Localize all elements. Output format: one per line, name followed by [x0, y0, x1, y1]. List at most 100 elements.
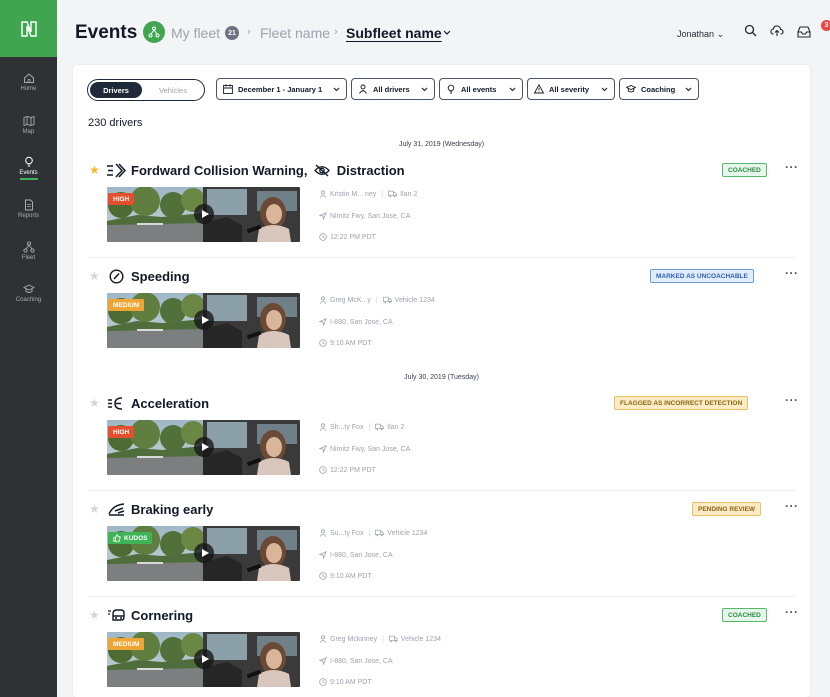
more-options-button[interactable]: ··· — [785, 605, 799, 619]
location-text: I-880, San Jose, CA — [330, 551, 393, 559]
sidebar-item-home[interactable]: Home — [0, 72, 57, 92]
top-bar: Events My fleet 21 › Fleet name › Subfle… — [57, 0, 830, 60]
drivers-vehicles-toggle[interactable]: Drivers Vehicles — [87, 79, 205, 101]
event-driver-vehicle: Kristin M... ney | Ilan 2 — [319, 190, 417, 198]
more-options-button[interactable]: ··· — [785, 266, 799, 280]
chevron-right-icon: › — [334, 26, 338, 38]
more-options-button[interactable]: ··· — [785, 160, 799, 174]
events-filter[interactable]: All events — [439, 78, 523, 100]
acceleration-icon — [108, 397, 123, 410]
drivers-filter[interactable]: All drivers — [351, 78, 435, 100]
toggle-vehicles[interactable]: Vehicles — [146, 82, 200, 98]
home-icon — [23, 73, 34, 83]
coaching-filter[interactable]: Coaching — [619, 78, 699, 100]
speedometer-icon — [109, 269, 124, 284]
breadcrumb-fleet-name[interactable]: Fleet name — [260, 25, 330, 41]
clock-icon — [319, 678, 327, 686]
event-time: 9:10 AM PDT — [319, 678, 372, 686]
chevron-down-icon — [601, 87, 608, 91]
fleet-count-badge: 21 — [225, 26, 239, 40]
navigation-icon — [319, 212, 327, 220]
play-icon[interactable] — [194, 204, 214, 224]
vehicle-icon — [388, 190, 398, 198]
vehicle-icon — [382, 296, 392, 304]
event-location: I-880, San Jose, CA — [319, 551, 393, 559]
chevron-right-icon: › — [247, 26, 251, 38]
sidebar-item-reports[interactable]: Reports — [0, 199, 57, 219]
event-video-thumbnail[interactable]: MEDIUM — [107, 293, 300, 348]
user-menu[interactable]: Jonathan ⌄ — [677, 29, 724, 40]
active-indicator — [19, 178, 38, 180]
driver-name[interactable]: Kristin M... ney — [330, 191, 376, 198]
driver-name[interactable]: Greg McK...y — [330, 297, 371, 304]
notification-badge: 3 — [821, 20, 830, 31]
play-icon[interactable] — [194, 310, 214, 330]
breadcrumb-subfleet-name[interactable]: Subfleet name — [346, 25, 442, 41]
clock-icon — [319, 572, 327, 580]
vehicle-name[interactable]: Vehicle 1234 — [401, 636, 441, 643]
user-name: Jonathan — [677, 29, 715, 39]
person-icon — [319, 635, 327, 643]
date-range-filter[interactable]: December 1 - January 1 — [216, 78, 347, 100]
event-driver-vehicle: Greg McK...y | Vehicle 1234 — [319, 296, 435, 304]
chevron-down-icon — [421, 87, 428, 91]
vehicle-icon — [375, 529, 385, 537]
play-icon[interactable] — [194, 437, 214, 457]
sidebar-item-label: Reports — [17, 213, 39, 219]
event-title: Speeding — [131, 269, 190, 284]
location-text: Nimitz Fwy, San Jose, CA — [330, 445, 411, 453]
divider — [88, 596, 795, 597]
status-badge: COACHED — [722, 163, 767, 177]
person-icon — [319, 296, 327, 304]
event-time: 12:22 PM PDT — [319, 233, 376, 241]
page-title: Events — [75, 22, 138, 43]
star-icon[interactable]: ★ — [89, 164, 100, 176]
search-icon[interactable] — [744, 24, 757, 37]
cloud-upload-icon[interactable] — [770, 24, 784, 37]
cornering-icon — [108, 609, 125, 621]
time-text: 12:22 PM PDT — [330, 233, 376, 241]
clock-icon — [319, 339, 327, 347]
more-options-button[interactable]: ··· — [785, 393, 799, 407]
document-icon — [24, 199, 33, 211]
breadcrumb-my-fleet[interactable]: My fleet — [171, 25, 220, 41]
status-badge: MARKED AS UNCOACHABLE — [650, 269, 754, 283]
star-icon[interactable]: ★ — [89, 609, 100, 621]
star-icon[interactable]: ★ — [89, 270, 100, 282]
more-options-button[interactable]: ··· — [785, 499, 799, 513]
event-video-thumbnail[interactable]: KUDOS — [107, 526, 300, 581]
severity-filter[interactable]: All severity — [527, 78, 615, 100]
inbox-icon[interactable] — [797, 26, 811, 38]
driver-name[interactable]: Su...ty Fox — [330, 530, 363, 537]
map-icon — [23, 115, 34, 127]
lightbulb-icon — [447, 84, 455, 94]
driver-name[interactable]: Sh...ty Fox — [330, 424, 363, 431]
app-logo[interactable] — [0, 0, 57, 57]
play-icon[interactable] — [194, 543, 214, 563]
severity-badge: MEDIUM — [108, 638, 145, 650]
sidebar-item-map[interactable]: Map — [0, 115, 57, 135]
toggle-drivers[interactable]: Drivers — [90, 82, 142, 98]
driver-name[interactable]: Greg Mckinney — [330, 636, 377, 643]
play-icon[interactable] — [194, 649, 214, 669]
star-icon[interactable]: ★ — [89, 503, 100, 515]
n-logo-icon — [20, 20, 37, 37]
navigation-icon — [319, 318, 327, 326]
vehicle-name[interactable]: Ilan 2 — [387, 424, 404, 431]
kudos-label: KUDOS — [124, 534, 148, 542]
event-video-thumbnail[interactable]: HIGH — [107, 187, 300, 242]
event-video-thumbnail[interactable]: HIGH — [107, 420, 300, 475]
sidebar-item-events[interactable]: Events — [0, 156, 57, 180]
chevron-down-icon[interactable] — [443, 30, 451, 36]
graduation-cap-icon — [626, 85, 636, 93]
vehicle-name[interactable]: Vehicle 1234 — [387, 530, 427, 537]
sidebar-item-coaching[interactable]: Coaching — [0, 283, 57, 303]
vehicle-name[interactable]: Ilan 2 — [400, 191, 417, 198]
event-video-thumbnail[interactable]: MEDIUM — [107, 632, 300, 687]
event-time: 9:10 AM PDT — [319, 572, 372, 580]
time-text: 9:10 AM PDT — [330, 339, 372, 347]
star-icon[interactable]: ★ — [89, 397, 100, 409]
location-text: Nimitz Fwy, San Jose, CA — [330, 212, 411, 220]
sidebar-item-fleet[interactable]: Fleet — [0, 241, 57, 261]
vehicle-name[interactable]: Vehicle 1234 — [395, 297, 435, 304]
